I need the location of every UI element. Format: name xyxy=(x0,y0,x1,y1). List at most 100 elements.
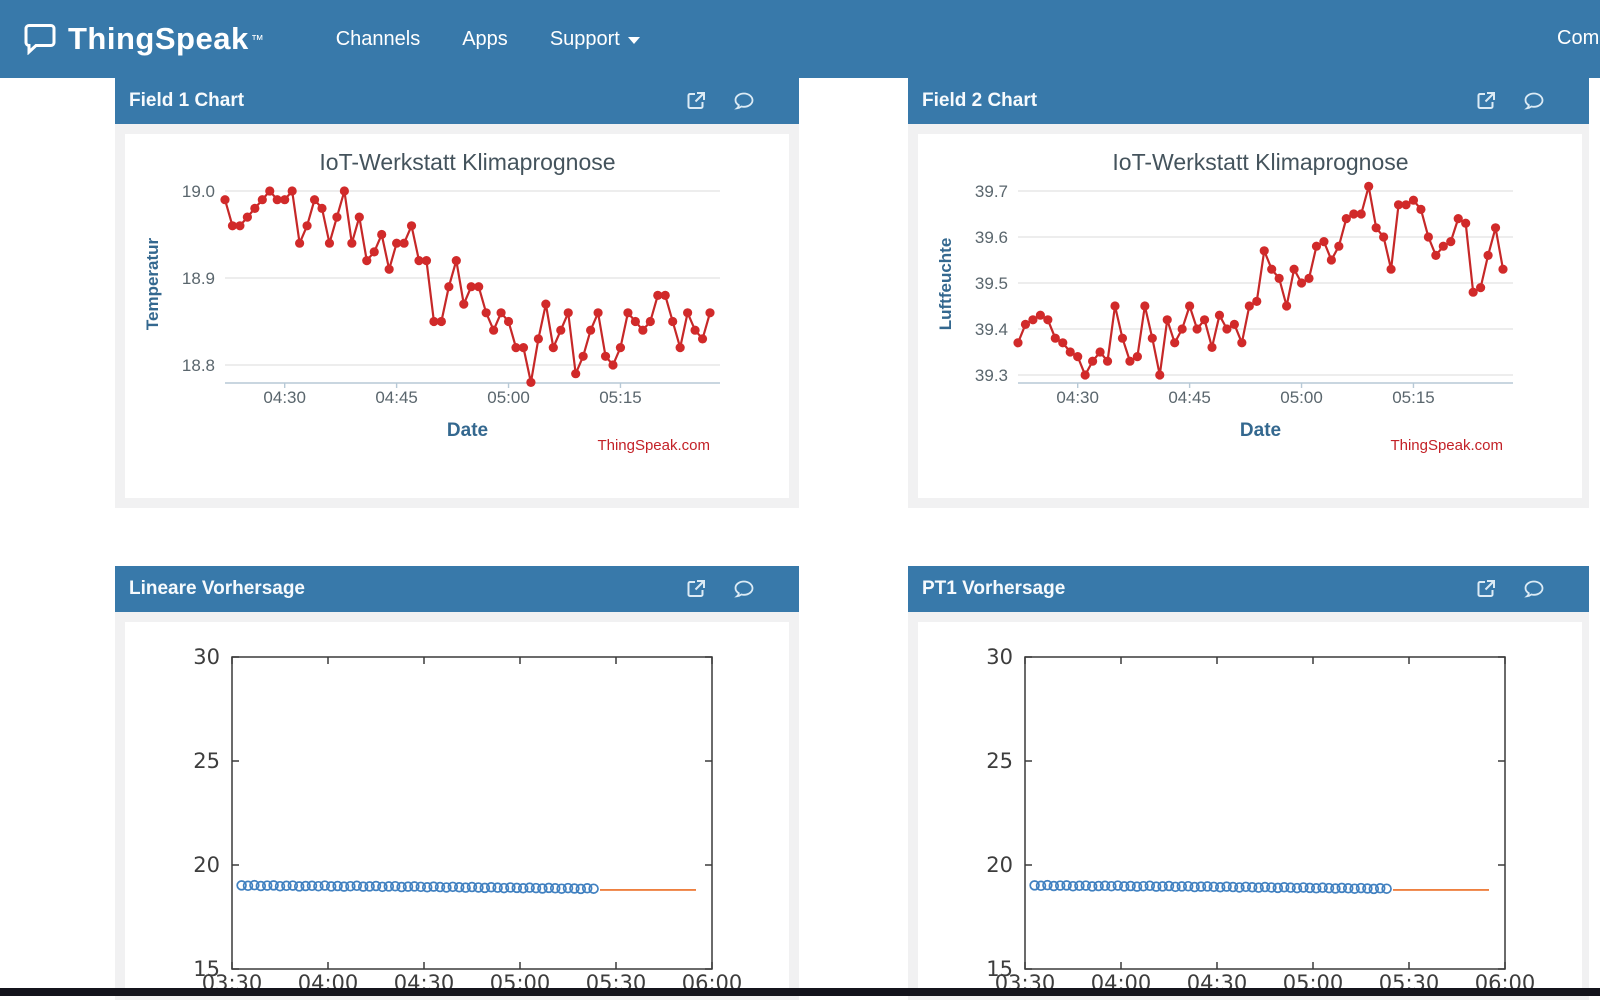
y-tick-label: 19.0 xyxy=(182,182,215,201)
data-point xyxy=(690,326,699,335)
data-point xyxy=(1237,338,1246,347)
panel-header: PT1 Vorhersage xyxy=(908,566,1589,612)
data-point xyxy=(534,334,543,343)
panel-title: Lineare Vorhersage xyxy=(115,578,305,600)
data-point xyxy=(1140,301,1149,310)
external-link-icon[interactable] xyxy=(685,90,707,112)
external-link-icon[interactable] xyxy=(1475,90,1497,112)
data-point xyxy=(631,317,640,326)
comment-bubble-icon[interactable] xyxy=(1523,90,1545,112)
x-tick-label: 04:45 xyxy=(375,388,418,407)
data-point xyxy=(407,221,416,230)
panel-body: 19.018.918.804:3004:4505:0005:15IoT-Werk… xyxy=(115,124,799,508)
y-axis-label: Luftfeuchte xyxy=(936,238,955,331)
data-point xyxy=(1498,265,1507,274)
data-point xyxy=(1103,357,1112,366)
data-point xyxy=(1178,324,1187,333)
main-nav: Channels Apps Support xyxy=(336,28,640,51)
field1-line-chart: 19.018.918.804:3004:4505:0005:15IoT-Werk… xyxy=(125,134,789,498)
data-point xyxy=(1043,315,1052,324)
data-point xyxy=(1230,320,1239,329)
data-point xyxy=(452,256,461,265)
data-point xyxy=(676,343,685,352)
data-point xyxy=(1446,237,1455,246)
chart-area: 3025201503:3004:0004:3005:0005:3006:00 xyxy=(918,622,1582,990)
data-point xyxy=(1155,370,1164,379)
y-tick-label: 25 xyxy=(986,749,1013,773)
nav-item-right-truncated[interactable]: Com xyxy=(1557,27,1599,50)
data-point xyxy=(1409,196,1418,205)
data-point xyxy=(1416,205,1425,214)
data-point xyxy=(347,239,356,248)
data-point xyxy=(1207,343,1216,352)
data-point xyxy=(1319,237,1328,246)
data-point xyxy=(302,221,311,230)
comment-bubble-icon[interactable] xyxy=(733,578,755,600)
data-point xyxy=(1163,315,1172,324)
watermark: ThingSpeak.com xyxy=(597,437,710,454)
y-tick-label: 18.8 xyxy=(182,356,215,375)
data-point xyxy=(370,247,379,256)
thingspeak-logo[interactable]: ThingSpeak ™ xyxy=(0,21,264,57)
data-point xyxy=(601,352,610,361)
comment-bubble-icon[interactable] xyxy=(733,90,755,112)
data-point xyxy=(250,204,259,213)
data-point xyxy=(541,300,550,309)
data-point xyxy=(586,326,595,335)
data-point xyxy=(243,213,252,222)
plot-box xyxy=(232,657,712,969)
data-line xyxy=(1018,186,1503,375)
data-point xyxy=(683,308,692,317)
data-point xyxy=(1379,232,1388,241)
data-point xyxy=(288,186,297,195)
data-point xyxy=(549,343,558,352)
data-point xyxy=(564,308,573,317)
data-point xyxy=(295,239,304,248)
nav-item-support[interactable]: Support xyxy=(550,28,640,51)
external-link-icon[interactable] xyxy=(685,578,707,600)
panel-body: 3025201503:3004:0004:3005:0005:3006:00 xyxy=(115,612,799,1000)
data-point xyxy=(1267,265,1276,274)
data-point xyxy=(1461,219,1470,228)
panel-field2-chart: Field 2 Chart 39.739.639.539.439.304:300… xyxy=(908,78,1589,508)
bottom-edge-strip xyxy=(0,988,1600,996)
panel-header: Field 1 Chart xyxy=(115,78,799,124)
x-axis-label: Date xyxy=(447,420,488,441)
data-point xyxy=(638,326,647,335)
y-tick-label: 39.4 xyxy=(975,320,1008,339)
data-point xyxy=(1476,283,1485,292)
data-point xyxy=(698,334,707,343)
data-point xyxy=(385,265,394,274)
data-point xyxy=(1491,223,1500,232)
data-point xyxy=(571,369,580,378)
data-point xyxy=(1357,209,1366,218)
y-axis-label: Temperatur xyxy=(143,237,162,330)
panel-pt1-forecast: PT1 Vorhersage 3025201503:3004:0004:3005… xyxy=(908,566,1589,1000)
data-point xyxy=(1058,338,1067,347)
nav-item-channels[interactable]: Channels xyxy=(336,28,421,51)
external-link-icon[interactable] xyxy=(1475,578,1497,600)
data-point xyxy=(258,195,267,204)
data-point xyxy=(593,308,602,317)
watermark: ThingSpeak.com xyxy=(1390,437,1503,454)
data-point xyxy=(496,308,505,317)
data-point xyxy=(1192,324,1201,333)
y-tick-label: 30 xyxy=(986,645,1013,669)
data-point xyxy=(623,308,632,317)
data-point xyxy=(235,221,244,230)
x-tick-label: 05:00 xyxy=(487,388,530,407)
data-point xyxy=(444,282,453,291)
comment-bubble-icon[interactable] xyxy=(1523,578,1545,600)
y-tick-label: 25 xyxy=(193,749,220,773)
y-tick-label: 20 xyxy=(193,853,220,877)
data-point xyxy=(1386,265,1395,274)
data-point xyxy=(1364,182,1373,191)
data-point xyxy=(437,317,446,326)
chart-title: IoT-Werkstatt Klimaprognose xyxy=(319,149,615,175)
data-point xyxy=(1252,297,1261,306)
data-point xyxy=(265,186,274,195)
brand-name: ThingSpeak xyxy=(68,21,249,57)
panel-body: 39.739.639.539.439.304:3004:4505:0005:15… xyxy=(908,124,1589,508)
data-point xyxy=(1088,357,1097,366)
nav-item-apps[interactable]: Apps xyxy=(462,28,508,51)
